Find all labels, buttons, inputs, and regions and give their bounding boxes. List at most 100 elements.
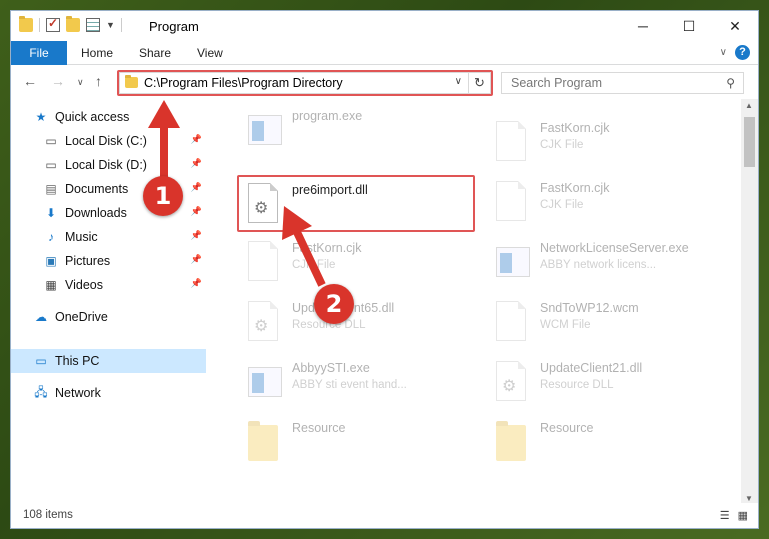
- file-name: FastKorn.cjk: [292, 241, 362, 255]
- list-item[interactable]: SndToWP12.wcm WCM File: [486, 295, 716, 355]
- forward-arrow-icon[interactable]: →: [51, 73, 65, 89]
- list-item[interactable]: Resource: [238, 415, 468, 475]
- pin-icon: 📌: [190, 158, 202, 168]
- file-name: pre6import.dll: [292, 183, 368, 197]
- file-list: program.exe ⚙ pre6import.dll FastKorn.cj…: [207, 99, 742, 505]
- file-name: UpdateClient21.dll: [540, 361, 643, 375]
- scroll-down-icon[interactable]: ▼: [745, 494, 753, 503]
- list-item[interactable]: Resource: [486, 415, 716, 475]
- properties-icon[interactable]: [86, 18, 100, 32]
- chevron-down-icon[interactable]: ∨: [455, 76, 462, 87]
- refresh-icon[interactable]: ↻: [468, 73, 490, 93]
- expand-ribbon-icon[interactable]: ∨: [720, 47, 727, 58]
- exe-file-icon: [248, 367, 282, 397]
- pin-icon: 📌: [190, 254, 202, 264]
- scroll-up-icon[interactable]: ▲: [745, 101, 753, 110]
- title-bar: ▼ Program ─ ☐ ✕: [11, 11, 758, 41]
- pin-icon: 📌: [190, 278, 202, 288]
- minimize-button[interactable]: ─: [620, 11, 666, 41]
- file-icon: [496, 301, 526, 341]
- tab-view[interactable]: View: [197, 41, 223, 65]
- divider: [39, 18, 40, 32]
- folder-icon: [125, 75, 138, 88]
- vertical-scrollbar[interactable]: ▲ ▼: [741, 99, 758, 505]
- explorer-window: ▼ Program ─ ☐ ✕ File Home Share View ∨ ?…: [10, 10, 759, 529]
- sidebar-item-label: Quick access: [55, 110, 130, 124]
- list-item[interactable]: FastKorn.cjk CJK File: [486, 175, 716, 235]
- pin-icon: 📌: [190, 182, 202, 192]
- ribbon-tabs: File Home Share View ∨ ?: [11, 41, 758, 65]
- search-icon[interactable]: ⚲: [726, 76, 735, 90]
- file-name: Resource: [540, 421, 594, 435]
- details-view-icon[interactable]: ☰: [720, 509, 730, 522]
- list-item[interactable]: FastKorn.cjk CJK File: [238, 235, 468, 295]
- network-icon: 🖧: [34, 384, 48, 399]
- close-button[interactable]: ✕: [712, 11, 758, 41]
- cloud-icon: ☁: [35, 310, 47, 324]
- exe-file-icon: [496, 247, 530, 277]
- sidebar-item-videos[interactable]: ▦ Videos 📌: [11, 273, 206, 297]
- address-bar[interactable]: C:\Program Files\Program Directory ∨ ↻: [119, 72, 491, 94]
- dll-file-icon: ⚙: [248, 301, 278, 341]
- file-type: Resource DLL: [540, 379, 614, 391]
- list-item[interactable]: NetworkLicenseServer.exe ABBY network li…: [486, 235, 716, 295]
- file-type: CJK File: [540, 199, 584, 211]
- videos-icon: ▦: [45, 278, 57, 292]
- file-type: ABBY network licens...: [540, 259, 657, 271]
- properties-check-icon[interactable]: [46, 16, 60, 32]
- tab-share[interactable]: Share: [139, 41, 171, 65]
- back-arrow-icon[interactable]: ←: [23, 73, 37, 89]
- sidebar-item-local-disk-c[interactable]: ▭ Local Disk (C:) 📌: [11, 129, 206, 153]
- list-item[interactable]: FastKorn.cjk CJK File: [486, 115, 716, 175]
- file-icon: [496, 121, 526, 161]
- file-icon: [248, 241, 278, 281]
- large-icons-view-icon[interactable]: ▦: [738, 509, 748, 522]
- sidebar-item-label: Music: [65, 230, 98, 244]
- list-item[interactable]: ⚙ pre6import.dll: [238, 177, 468, 237]
- folder-icon: [248, 421, 278, 461]
- sidebar-item-local-disk-d[interactable]: ▭ Local Disk (D:) 📌: [11, 153, 206, 177]
- file-type: CJK File: [292, 259, 336, 271]
- pin-icon: 📌: [190, 206, 202, 216]
- list-item[interactable]: AbbyySTI.exe ABBY sti event hand...: [238, 355, 468, 415]
- exe-file-icon: [248, 115, 282, 145]
- list-item[interactable]: program.exe: [238, 103, 468, 163]
- recent-locations-icon[interactable]: ∨: [77, 77, 84, 88]
- maximize-button[interactable]: ☐: [666, 11, 712, 41]
- scrollbar-thumb[interactable]: [744, 117, 755, 167]
- address-row: ← → ∨ ↑ C:\Program Files\Program Directo…: [11, 65, 758, 99]
- file-name: NetworkLicenseServer.exe: [540, 241, 689, 255]
- download-icon: ⬇: [45, 206, 57, 220]
- file-name: SndToWP12.wcm: [540, 301, 639, 315]
- sidebar-item-label: Local Disk (D:): [65, 158, 147, 172]
- file-icon: [496, 181, 526, 221]
- sidebar-item-label: Videos: [65, 278, 103, 292]
- tab-home[interactable]: Home: [81, 41, 113, 65]
- file-type: CJK File: [540, 139, 584, 151]
- customize-toolbar-icon[interactable]: ▼: [106, 20, 115, 30]
- up-arrow-icon[interactable]: ↑: [95, 73, 102, 89]
- tab-file[interactable]: File: [11, 41, 67, 65]
- help-icon[interactable]: ?: [735, 45, 750, 60]
- computer-icon: ▭: [35, 354, 47, 368]
- sidebar-item-this-pc[interactable]: ▭ This PC: [11, 349, 206, 373]
- quick-access-toolbar: ▼: [19, 16, 122, 32]
- music-icon: ♪: [48, 230, 54, 244]
- sidebar-item-label: Local Disk (C:): [65, 134, 147, 148]
- search-placeholder: Search Program: [511, 76, 603, 90]
- address-path[interactable]: C:\Program Files\Program Directory: [144, 76, 343, 90]
- sidebar-item-label: Pictures: [65, 254, 111, 268]
- search-input[interactable]: Search Program ⚲: [501, 72, 744, 94]
- window-title: Program: [149, 19, 199, 34]
- file-name: AbbyySTI.exe: [292, 361, 370, 375]
- sidebar-item-pictures[interactable]: ▣ Pictures 📌: [11, 249, 206, 273]
- new-folder-icon[interactable]: [66, 16, 80, 32]
- sidebar-item-quick-access[interactable]: ★ Quick access: [11, 105, 206, 129]
- sidebar-item-music[interactable]: ♪ Music 📌: [11, 225, 206, 249]
- file-name: FastKorn.cjk: [540, 181, 610, 195]
- pictures-icon: ▣: [45, 254, 57, 268]
- sidebar-item-network[interactable]: 🖧 Network: [11, 381, 206, 405]
- list-item[interactable]: ⚙ UpdateClient21.dll Resource DLL: [486, 355, 716, 415]
- documents-icon: ▤: [45, 182, 57, 196]
- sidebar-item-onedrive[interactable]: ☁ OneDrive: [11, 305, 206, 329]
